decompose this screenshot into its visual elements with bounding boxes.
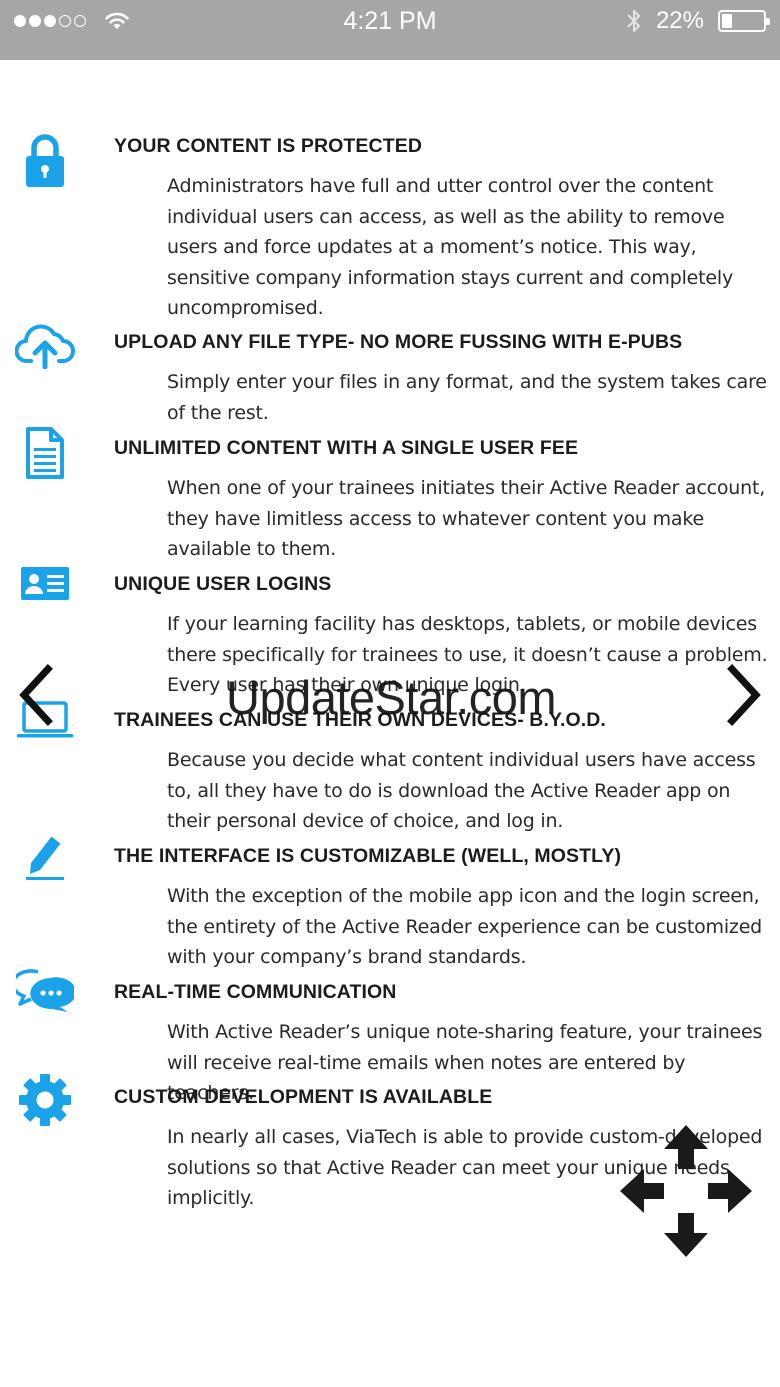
previous-arrow-icon[interactable] [14, 663, 58, 727]
watermark-text: UpdateStar.com [226, 671, 557, 724]
feature-title: UPLOAD ANY FILE TYPE- NO MORE FUSSING WI… [114, 331, 683, 353]
feature-description: Because you decide what content individu… [167, 749, 756, 832]
cloud-upload-icon [12, 314, 78, 376]
chat-bubbles-icon [14, 960, 76, 1022]
document-icon [14, 422, 76, 484]
feature-title: CUSTOM DEVELOPMENT IS AVAILABLE [114, 1086, 493, 1108]
feature-title: UNLIMITED CONTENT WITH A SINGLE USER FEE [114, 437, 579, 459]
pencil-icon [14, 826, 76, 888]
feature-description: When one of your trainees initiates thei… [167, 477, 766, 560]
lock-icon [14, 130, 76, 192]
move-arrows-icon[interactable] [620, 1125, 752, 1257]
feature-title: UNIQUE USER LOGINS [114, 573, 332, 595]
feature-description: With the exception of the mobile app ico… [167, 885, 763, 968]
id-card-icon [14, 552, 76, 614]
feature-description: Simply enter your files in any format, a… [167, 371, 767, 424]
feature-title: THE INTERFACE IS CUSTOMIZABLE (WELL, MOS… [114, 845, 622, 867]
feature-title: REAL-TIME COMMUNICATION [114, 981, 397, 1003]
battery-percent: 22% [655, 7, 704, 34]
status-bar: 4:21 PM 22% [0, 0, 780, 60]
status-right: 22% [626, 0, 770, 42]
bluetooth-icon [627, 10, 640, 32]
feature-title: YOUR CONTENT IS PROTECTED [114, 135, 423, 157]
feature-description: Administrators have full and utter contr… [167, 175, 734, 319]
gear-icon [14, 1069, 76, 1131]
battery-icon [718, 10, 770, 32]
next-arrow-icon[interactable] [722, 663, 766, 727]
